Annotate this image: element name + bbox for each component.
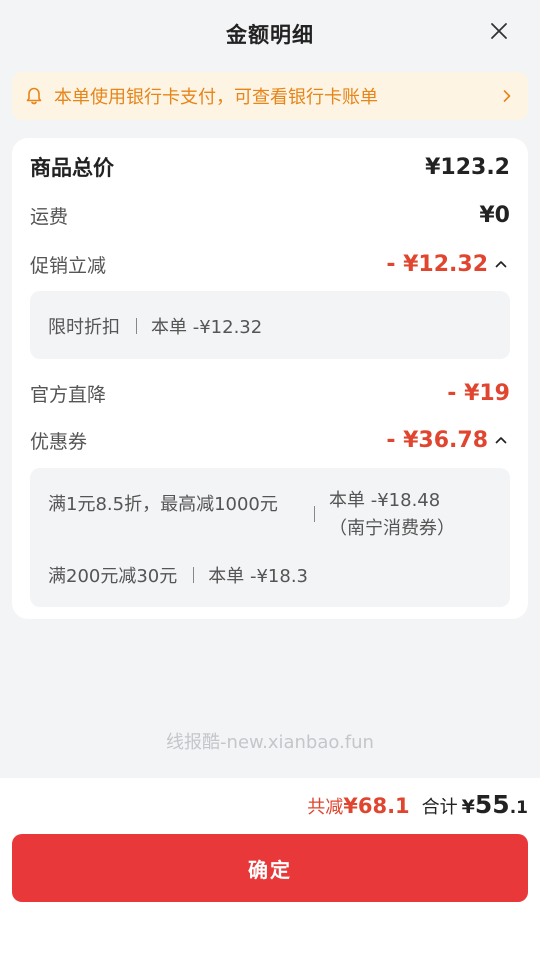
saved-label: 共减 [307,797,344,818]
divider [193,567,195,583]
page-title: 金额明细 [226,23,314,47]
header: 金额明细 [0,0,540,68]
goods-total-label: 商品总价 [30,156,114,180]
goods-total-value: ¥123.2 [425,154,510,180]
bell-icon [24,85,46,107]
coupon-detail-name: 满200元减30元 [48,566,178,587]
official-label: 官方直降 [30,383,107,406]
chevron-up-icon[interactable] [494,256,510,272]
shipping-row: 运费 ¥0 [30,201,510,229]
coupon-detail-box: 满1元8.5折，最高减1000元 本单 -¥18.48 （南宁消费券） 满200… [30,468,510,607]
shipping-value: ¥0 [479,202,510,228]
coupon-detail-name: 满1元8.5折，最高减1000元 [48,494,278,515]
promo-value: - ¥12.32 [386,251,488,277]
totals: 共减 ¥68.1 合计 ¥ 55 .1 [307,790,528,819]
close-button[interactable] [486,18,512,44]
coupon-value: - ¥36.78 [386,427,488,453]
promo-row[interactable]: 促销立减 - ¥12.32 [30,250,510,278]
coupon-detail-amount: 本单 -¥18.48 [329,490,441,511]
amount-detail-card: 商品总价 ¥123.2 运费 ¥0 促销立减 - ¥12.32 限时折扣 本单 … [12,138,528,619]
sum-currency: ¥ [461,796,475,818]
coupon-row[interactable]: 优惠券 - ¥36.78 [30,426,510,454]
official-value: - ¥19 [447,380,510,406]
chevron-right-icon [503,90,511,102]
bank-card-notice[interactable]: 本单使用银行卡支付，可查看银行卡账单 [12,72,528,120]
watermark: 线报酷-new.xianbao.fun [166,732,374,753]
coupon-detail-note: （南宁消费券） [329,518,455,539]
coupon-detail-amount-group: 本单 -¥18.48 （南宁消费券） [329,487,455,543]
promo-detail-item: 限时折扣 本单 -¥12.32 [48,313,262,339]
footer-bar: 共减 ¥68.1 合计 ¥ 55 .1 确定 [0,778,540,956]
goods-total-row: 商品总价 ¥123.2 [30,152,510,182]
coupon-detail-item: 满1元8.5折，最高减1000元 本单 -¥18.48 （南宁消费券） [48,490,455,543]
saved-value: ¥68.1 [343,794,410,818]
sum-integer: 55 [474,790,510,819]
official-row: 官方直降 - ¥19 [30,379,510,407]
chevron-up-icon[interactable] [494,432,510,448]
notice-text: 本单使用银行卡支付，可查看银行卡账单 [54,87,378,108]
coupon-detail-amount: 本单 -¥18.3 [208,566,309,587]
promo-detail-name: 限时折扣 [48,317,120,338]
divider [314,506,315,522]
promo-detail-box: 限时折扣 本单 -¥12.32 [30,291,510,359]
divider [136,318,137,334]
coupon-detail-item: 满200元减30元 本单 -¥18.3 [48,562,308,588]
shipping-label: 运费 [30,205,69,228]
promo-detail-amount: 本单 -¥12.32 [151,317,263,338]
coupon-label: 优惠券 [30,430,88,453]
close-icon[interactable] [490,22,508,40]
sum-decimal: .1 [509,798,528,818]
sum-label: 合计 [421,797,458,818]
confirm-button[interactable]: 确定 [12,834,528,902]
promo-label: 促销立减 [30,254,107,277]
